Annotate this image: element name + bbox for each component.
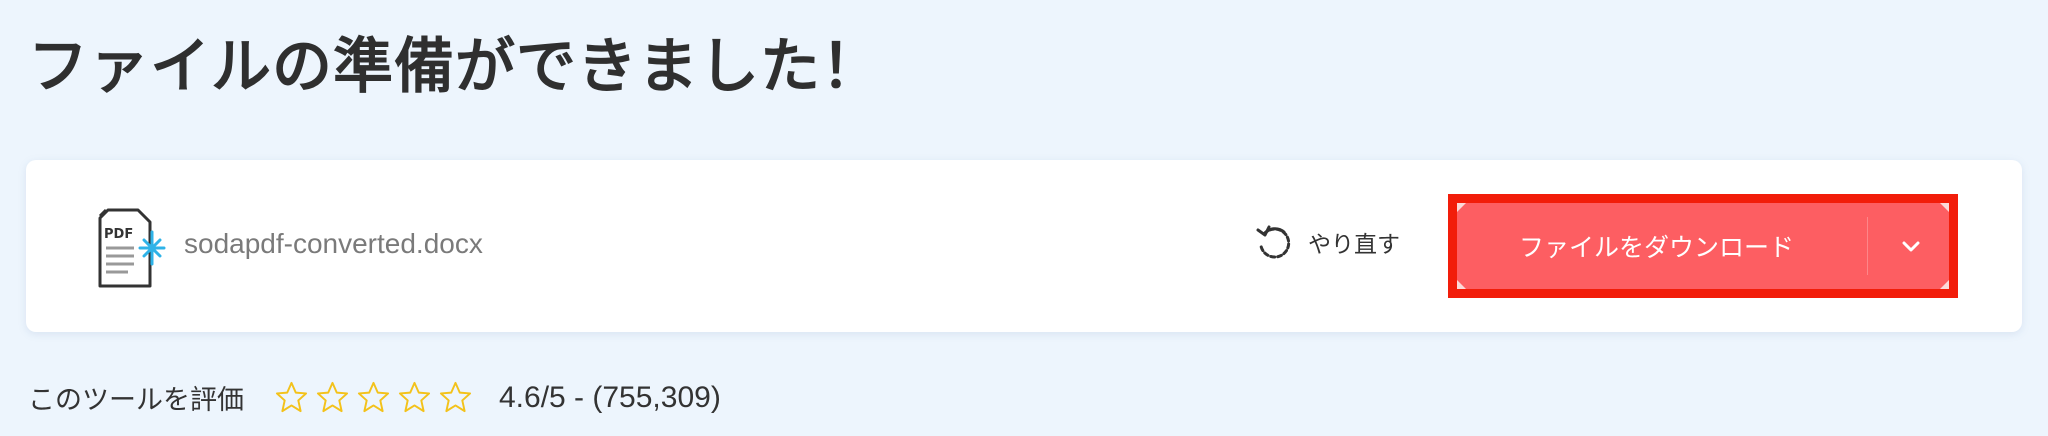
download-label: ファイルをダウンロード (1519, 233, 1795, 262)
star-icon[interactable] (274, 380, 309, 415)
rating-label: このツールを評価 (28, 385, 244, 416)
rating-row: このツールを評価 4.6/5 - (755,309) (28, 378, 721, 417)
file-card: PDF sodapdf-converted.docx やり直す ファイルをダウン… (26, 160, 2022, 332)
download-divider (1867, 217, 1868, 275)
redo-button[interactable]: やり直す (1254, 222, 1400, 262)
star-icon[interactable] (356, 380, 391, 415)
star-icon[interactable] (315, 380, 350, 415)
redo-icon (1256, 225, 1291, 259)
redo-label: やり直す (1308, 232, 1400, 258)
chevron-down-icon[interactable] (1899, 234, 1923, 258)
star-rating (274, 380, 473, 415)
rating-score: 4.6/5 - (755,309) (499, 380, 721, 414)
download-button[interactable]: ファイルをダウンロード (1457, 203, 1949, 289)
star-icon[interactable] (438, 380, 473, 415)
page-title: ファイルの準備ができました！ (28, 32, 882, 102)
star-icon[interactable] (397, 380, 432, 415)
pdf-badge-text: PDF (104, 227, 133, 242)
pdf-file-icon: PDF (98, 208, 166, 288)
file-name: sodapdf-converted.docx (184, 228, 483, 259)
download-highlight-frame: ファイルをダウンロード (1448, 194, 1958, 298)
